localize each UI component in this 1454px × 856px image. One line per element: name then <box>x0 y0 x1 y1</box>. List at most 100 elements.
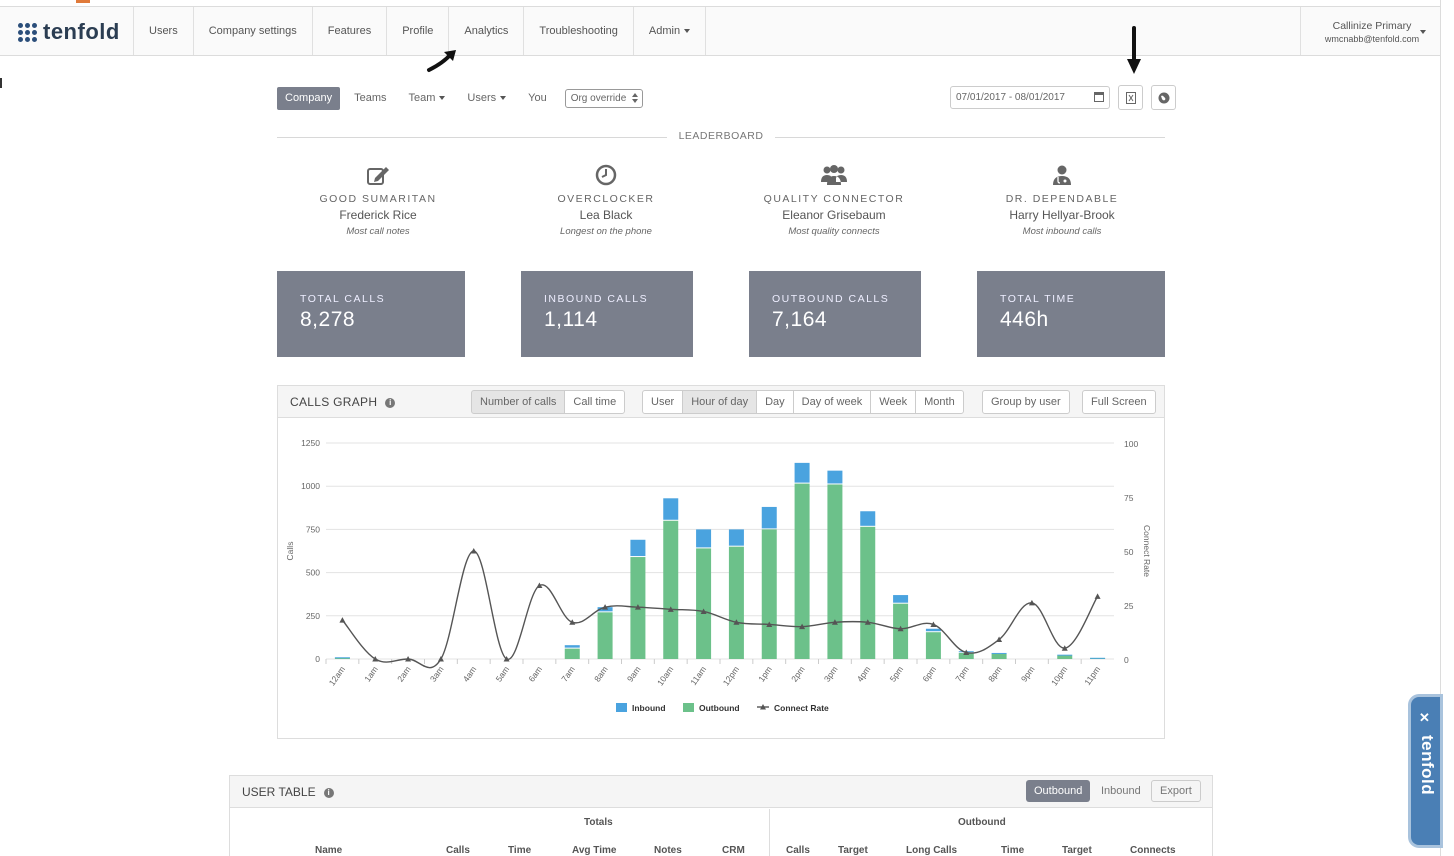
bar-outbound <box>794 483 810 659</box>
award-description: Most inbound calls <box>1022 226 1102 237</box>
logo-dots-icon <box>18 22 37 42</box>
export-excel-button[interactable] <box>1118 85 1143 110</box>
nav-troubleshooting[interactable]: Troubleshooting <box>523 7 632 55</box>
y-tick-label: 1000 <box>301 481 320 491</box>
hour-of-day-button[interactable]: Hour of day <box>682 390 758 414</box>
col-notes[interactable]: Notes <box>654 845 682 856</box>
tab-users[interactable]: Users <box>459 87 514 110</box>
col-avg-time[interactable]: Avg Time <box>572 845 616 856</box>
y-tick-label: 500 <box>306 568 320 578</box>
select-up-icon <box>632 93 639 97</box>
number-of-calls-button[interactable]: Number of calls <box>471 390 566 414</box>
tab-users-label: Users <box>467 92 497 104</box>
week-button[interactable]: Week <box>870 390 917 414</box>
y2-tick-label: 0 <box>1124 655 1129 665</box>
tab-team[interactable]: Team <box>400 87 453 110</box>
award-winner: Eleanor Grisebaum <box>782 208 886 222</box>
bar-outbound <box>1057 655 1073 659</box>
bar-inbound <box>860 511 876 526</box>
calls-graph-header: CALLS GRAPH i Number of calls Call time U… <box>278 386 1164 418</box>
tab-teams[interactable]: Teams <box>346 87 394 110</box>
export-button[interactable]: Export <box>1151 780 1201 802</box>
close-icon[interactable]: ✕ <box>1419 710 1430 726</box>
nav-admin-label: Admin <box>648 25 681 37</box>
account-email: wmcnabb@tenfold.com <box>1324 34 1420 44</box>
nav-features[interactable]: Features <box>311 7 386 55</box>
stat-value: 446h <box>1000 308 1049 331</box>
col-out-target-2[interactable]: Target <box>1062 845 1092 856</box>
award-winner: Frederick Rice <box>339 208 417 222</box>
x-tick-label: 8pm <box>986 664 1004 683</box>
col-time[interactable]: Time <box>508 845 531 856</box>
account-menu[interactable]: Callinize Primary wmcnabb@tenfold.com <box>1300 7 1440 55</box>
bar-outbound <box>597 612 613 659</box>
stat-outbound-calls: OUTBOUND CALLS 7,164 <box>749 271 921 357</box>
info-icon[interactable]: i <box>385 397 396 408</box>
nav-company-settings[interactable]: Company settings <box>192 7 312 55</box>
brand-logo[interactable]: tenfold <box>18 19 120 45</box>
clock-icon <box>595 164 617 186</box>
stat-value: 8,278 <box>300 308 356 331</box>
legend-connect-rate-label: Connect Rate <box>774 703 829 713</box>
col-out-target[interactable]: Target <box>838 845 868 856</box>
date-range-value: 07/01/2017 - 08/01/2017 <box>956 92 1065 103</box>
bar-inbound <box>630 539 646 557</box>
tab-company[interactable]: Company <box>277 87 341 110</box>
bar-inbound <box>728 529 744 546</box>
day-of-week-button[interactable]: Day of week <box>792 390 872 414</box>
legend-outbound-swatch <box>683 703 694 712</box>
bar-inbound <box>893 595 909 603</box>
bar-outbound <box>663 520 679 659</box>
x-tick-label: 12pm <box>721 664 741 687</box>
connect-rate-line <box>341 550 1099 669</box>
stat-value: 1,114 <box>544 308 598 331</box>
outbound-toggle[interactable]: Outbound <box>1026 780 1091 802</box>
info-icon[interactable]: i <box>323 787 334 798</box>
call-time-button[interactable]: Call time <box>564 390 626 414</box>
users-icon <box>821 165 847 185</box>
scope-filters: Company Teams Team Users You Org overrid… <box>277 87 644 110</box>
org-override-select[interactable]: Org override <box>564 89 644 108</box>
inbound-toggle[interactable]: Inbound <box>1093 780 1149 802</box>
group-header-outbound: Outbound <box>958 817 1006 828</box>
date-range-input[interactable]: 07/01/2017 - 08/01/2017 <box>950 86 1110 109</box>
col-crm[interactable]: CRM <box>722 845 745 856</box>
x-tick-label: 6pm <box>920 664 938 683</box>
x-tick-label: 9pm <box>1019 664 1037 683</box>
col-out-calls[interactable]: Calls <box>786 845 810 856</box>
award-title: QUALITY CONNECTOR <box>763 193 905 205</box>
top-navbar: tenfold Users Company settings Features … <box>0 6 1440 56</box>
globe-icon <box>1158 92 1169 103</box>
nav-users[interactable]: Users <box>133 7 193 55</box>
group-by-user-button[interactable]: Group by user <box>982 390 1070 414</box>
bar-outbound <box>860 526 876 659</box>
globe-button[interactable] <box>1151 85 1176 110</box>
stat-label: TOTAL TIME <box>1000 293 1076 305</box>
x-tick-label: 1pm <box>756 664 774 683</box>
select-down-icon <box>632 99 639 103</box>
group-header-totals: Totals <box>584 817 613 828</box>
user-table-title: USER TABLE <box>242 785 316 799</box>
chevron-down-icon <box>500 96 507 101</box>
stat-label: INBOUND CALLS <box>544 293 649 305</box>
stat-label: OUTBOUND CALLS <box>772 293 890 305</box>
col-name[interactable]: Name <box>315 845 342 856</box>
col-long-calls[interactable]: Long Calls <box>906 845 957 856</box>
user-button[interactable]: User <box>642 390 684 414</box>
award-quality-connector: QUALITY CONNECTOR Eleanor Grisebaum Most… <box>734 162 934 237</box>
nav-admin[interactable]: Admin <box>632 7 707 55</box>
col-out-time[interactable]: Time <box>1001 845 1024 856</box>
y2-tick-label: 25 <box>1124 601 1134 611</box>
calendar-icon <box>1094 92 1104 102</box>
award-description: Longest on the phone <box>560 226 652 237</box>
month-button[interactable]: Month <box>915 390 964 414</box>
col-calls[interactable]: Calls <box>446 845 470 856</box>
col-connects[interactable]: Connects <box>1130 845 1176 856</box>
day-button[interactable]: Day <box>756 390 794 414</box>
award-good-samaritan: GOOD SUMARITAN Frederick Rice Most call … <box>278 162 478 237</box>
full-screen-button[interactable]: Full Screen <box>1082 390 1156 414</box>
tab-you[interactable]: You <box>520 87 555 110</box>
top-accent <box>76 0 90 3</box>
tenfold-widget[interactable]: ✕ tenfold <box>1411 697 1440 845</box>
y-axis-title: Calls <box>285 542 295 561</box>
